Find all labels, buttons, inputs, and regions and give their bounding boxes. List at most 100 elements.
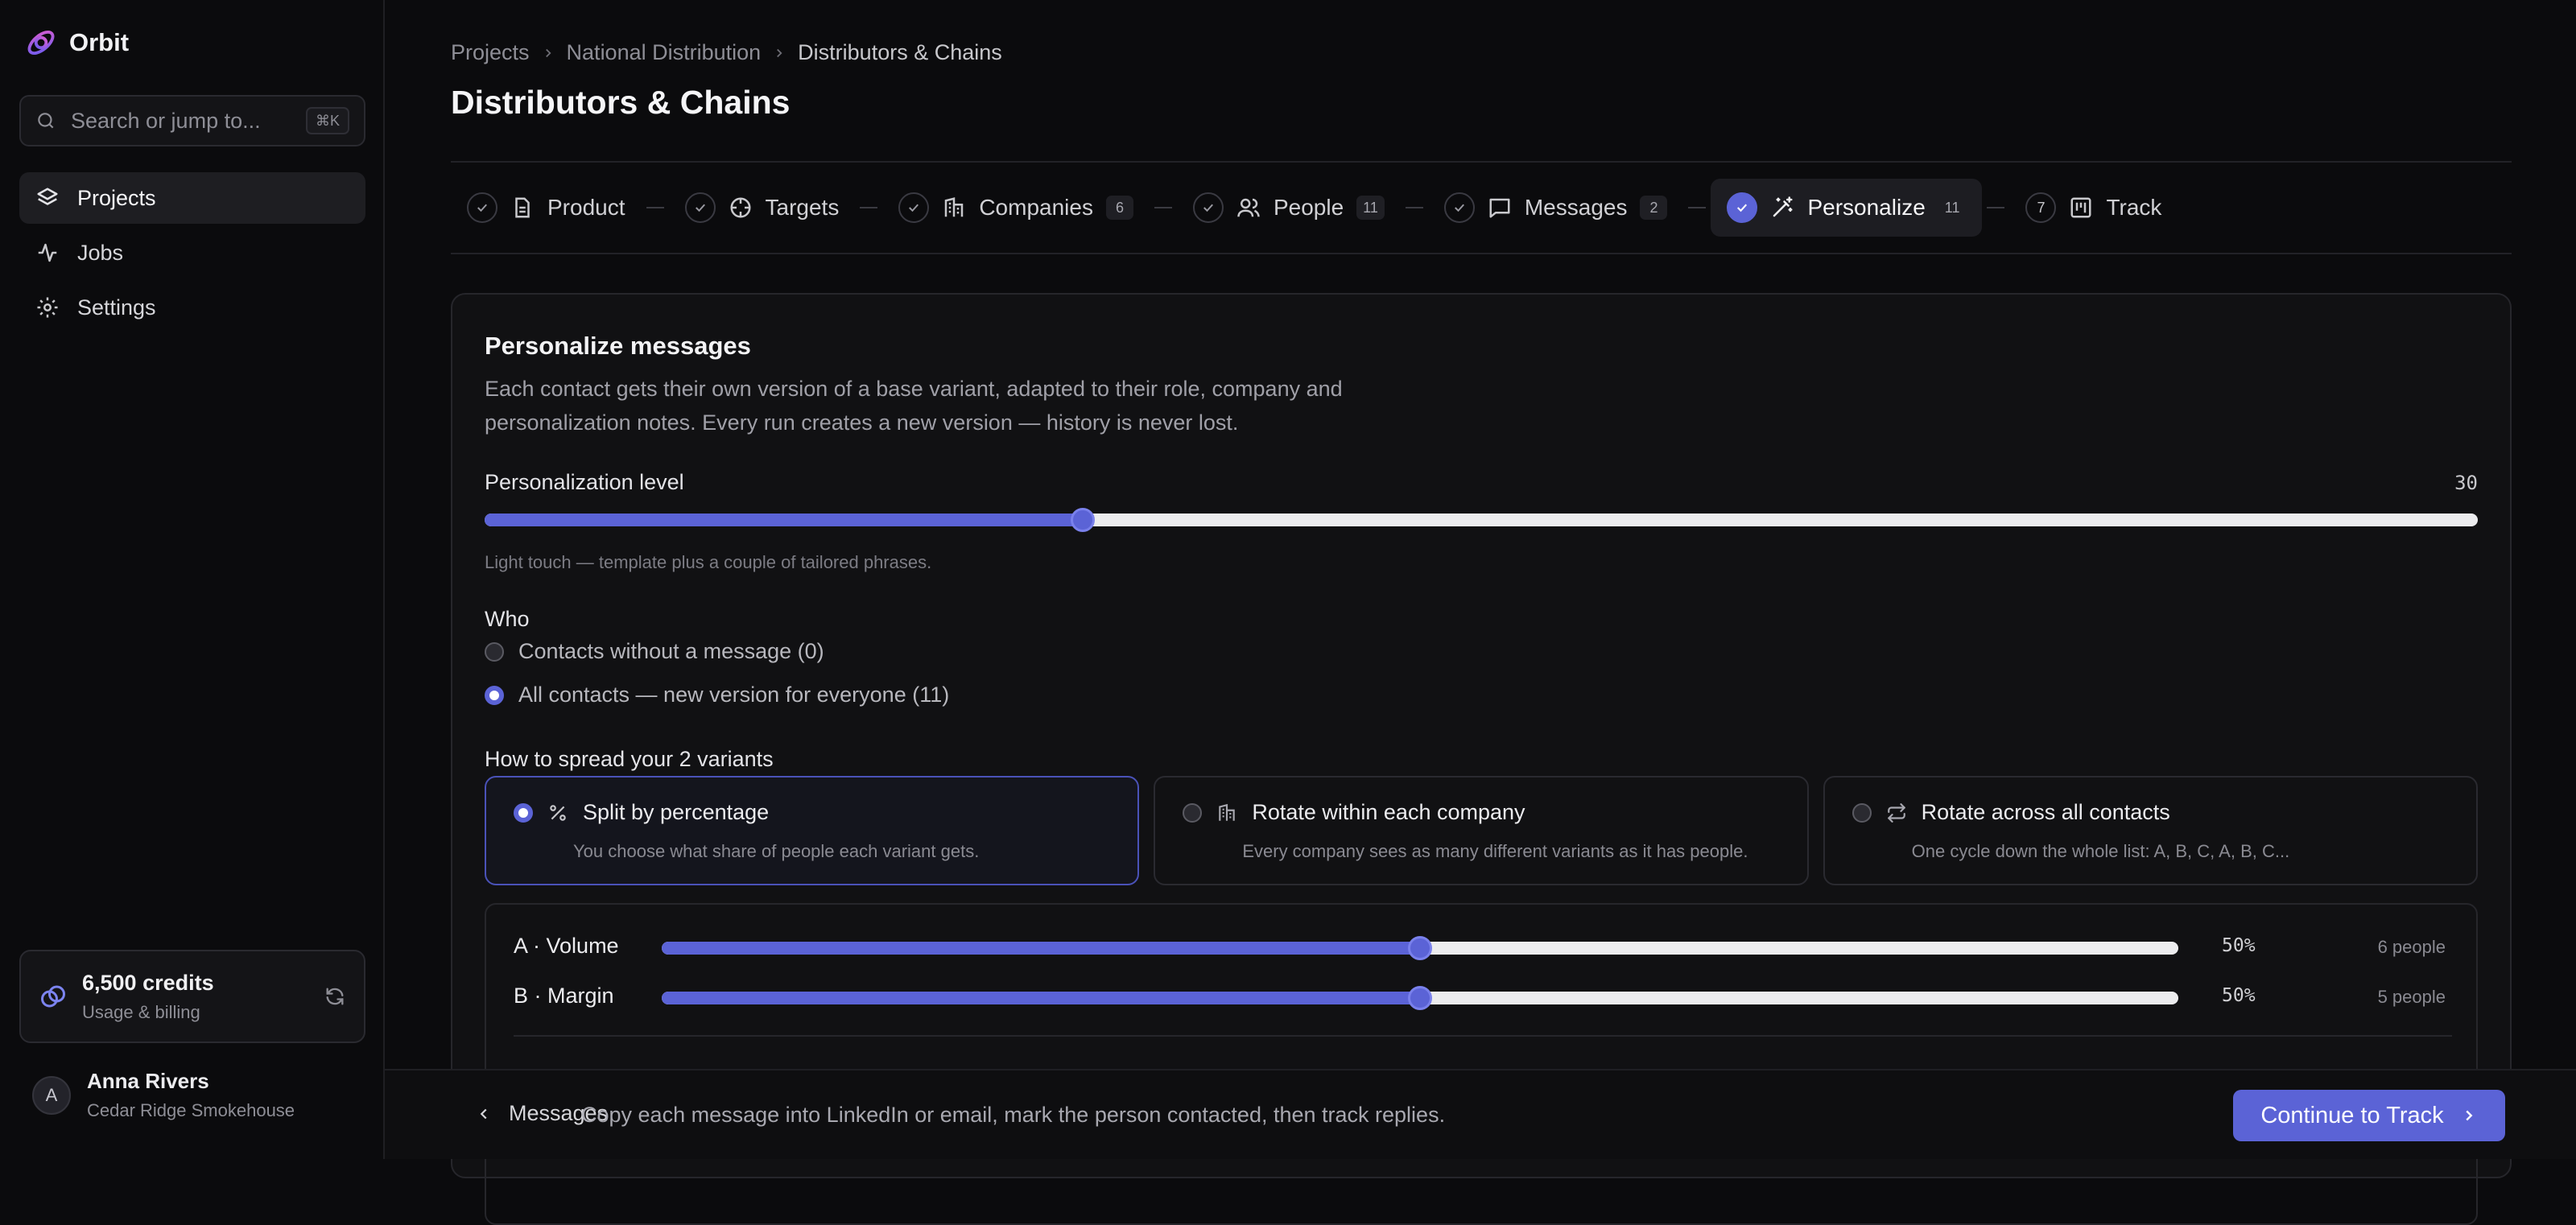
percent-icon <box>550 804 566 821</box>
step-separator <box>1154 207 1172 208</box>
who-option-without-message[interactable]: Contacts without a message (0) <box>485 639 824 664</box>
check-icon <box>467 192 497 223</box>
sidebar: Orbit Search or jump to... ⌘K Projects J… <box>0 0 385 1159</box>
radio-button[interactable] <box>485 641 504 662</box>
variant-name: A · Volume <box>514 934 619 958</box>
slider-fill <box>662 992 1420 1004</box>
check-icon <box>1727 192 1758 223</box>
app-name: Orbit <box>69 28 130 56</box>
document-icon <box>515 197 530 218</box>
coins-icon <box>41 985 65 1008</box>
credits-card[interactable]: 6,500 credits Usage & billing <box>19 950 365 1043</box>
tab-people[interactable]: People 11 <box>1177 179 1401 237</box>
radio-button[interactable] <box>485 685 504 705</box>
slider-fill <box>485 514 1083 526</box>
variant-b-slider[interactable] <box>662 986 2178 1010</box>
variant-percent: 50% <box>2222 985 2256 1006</box>
radio-button[interactable] <box>514 802 533 823</box>
radio-button[interactable] <box>1183 802 1203 823</box>
count-badge: 11 <box>1944 199 1960 216</box>
option-rotate-within-company[interactable]: Rotate within each company Every company… <box>1154 776 1809 885</box>
bottom-message: Copy each message into LinkedIn or email… <box>581 1103 1446 1127</box>
tab-track[interactable]: 7 Track <box>2009 179 2178 237</box>
continue-button[interactable]: Continue to Track <box>2233 1090 2505 1141</box>
who-label: Who <box>485 607 530 631</box>
spread-options: Split by percentage You choose what shar… <box>485 776 2478 885</box>
option-split-by-percentage[interactable]: Split by percentage You choose what shar… <box>485 776 1140 885</box>
building-icon <box>1219 803 1236 821</box>
check-icon <box>1443 192 1475 223</box>
count-badge: 2 <box>1640 196 1668 220</box>
personalization-level-slider[interactable] <box>485 508 2478 532</box>
user-org: Cedar Ridge Smokehouse <box>87 1100 295 1120</box>
variant-a-slider[interactable] <box>662 936 2178 960</box>
option-title: Rotate within each company <box>1252 800 1525 824</box>
tab-messages[interactable]: Messages 2 <box>1428 179 1684 237</box>
step-separator <box>1405 207 1423 208</box>
bottom-bar: Messages Copy each message into LinkedIn… <box>385 1069 2576 1159</box>
user-profile[interactable]: A Anna Rivers Cedar Ridge Smokehouse <box>32 1069 295 1121</box>
breadcrumb-national-distribution[interactable]: National Distribution <box>567 40 762 65</box>
sidebar-item-jobs[interactable]: Jobs <box>19 227 365 278</box>
tab-product[interactable]: Product <box>451 179 642 237</box>
variant-people: 6 people <box>2377 937 2446 957</box>
people-icon <box>1237 198 1260 217</box>
avatar: A <box>32 1075 71 1115</box>
count-badge: 11 <box>1356 196 1385 220</box>
user-name: Anna Rivers <box>87 1069 209 1093</box>
spread-label: How to spread your 2 variants <box>485 747 774 771</box>
divider <box>514 1035 2452 1037</box>
variant-row-b: B · Margin 50% 5 people <box>514 980 2446 1013</box>
option-rotate-across-contacts[interactable]: Rotate across all contacts One cycle dow… <box>1823 776 2478 885</box>
check-icon <box>1192 192 1224 223</box>
sidebar-item-settings[interactable]: Settings <box>19 282 365 333</box>
who-option-all-contacts[interactable]: All contacts — new version for everyone … <box>485 683 949 707</box>
variant-people: 5 people <box>2377 987 2446 1007</box>
breadcrumb-projects[interactable]: Projects <box>451 40 530 65</box>
step-separator <box>860 207 878 208</box>
variant-percent: 50% <box>2222 935 2256 956</box>
sidebar-item-projects[interactable]: Projects <box>19 172 365 224</box>
radio-label: All contacts — new version for everyone … <box>518 683 950 707</box>
option-sub: One cycle down the whole list: A, B, C, … <box>1911 841 2290 861</box>
level-hint: Light touch — template plus a couple of … <box>485 552 932 572</box>
step-separator <box>646 207 664 208</box>
refresh-icon[interactable] <box>324 985 346 1008</box>
level-label: Personalization level <box>485 470 684 494</box>
option-sub: Every company sees as many different var… <box>1242 841 1748 861</box>
target-icon <box>730 197 750 218</box>
sidebar-nav: Projects Jobs Settings <box>19 172 365 336</box>
section-description: Each contact gets their own version of a… <box>485 377 1343 435</box>
chevron-left-icon <box>480 1108 487 1119</box>
slider-thumb[interactable] <box>1070 508 1095 532</box>
shortcut-hint: ⌘K <box>305 107 349 134</box>
tab-personalize[interactable]: Personalize 11 <box>1711 179 1983 237</box>
option-title: Split by percentage <box>583 800 770 824</box>
chevron-right-icon <box>777 48 782 57</box>
tab-label: Product <box>547 195 625 220</box>
main-content: Projects National Distribution Distribut… <box>451 0 2512 1225</box>
option-sub: You choose what share of people each var… <box>573 841 980 861</box>
check-icon <box>684 192 716 223</box>
radio-button[interactable] <box>1852 802 1872 823</box>
tab-label: People <box>1273 195 1344 220</box>
sidebar-item-label: Jobs <box>77 240 124 265</box>
level-value: 30 <box>2454 472 2478 494</box>
tab-companies[interactable]: Companies 6 <box>882 179 1150 237</box>
slider-thumb[interactable] <box>1408 936 1432 960</box>
variant-row-a: A · Volume 50% 6 people <box>514 930 2446 963</box>
repeat-icon <box>1887 802 1905 823</box>
radio-label: Contacts without a message (0) <box>518 639 824 663</box>
page-title: Distributors & Chains <box>451 84 791 121</box>
tab-label: Track <box>2106 195 2162 220</box>
tab-targets[interactable]: Targets <box>669 179 856 237</box>
kanban-icon <box>2070 197 2091 218</box>
variant-name: B · Margin <box>514 984 614 1008</box>
continue-label: Continue to Track <box>2260 1102 2444 1128</box>
tab-label: Personalize <box>1807 195 1926 220</box>
search-input[interactable]: Search or jump to... ⌘K <box>19 95 365 146</box>
slider-thumb[interactable] <box>1408 986 1432 1010</box>
gear-icon <box>37 297 58 318</box>
brand[interactable]: Orbit <box>24 24 129 61</box>
activity-icon <box>38 243 57 262</box>
